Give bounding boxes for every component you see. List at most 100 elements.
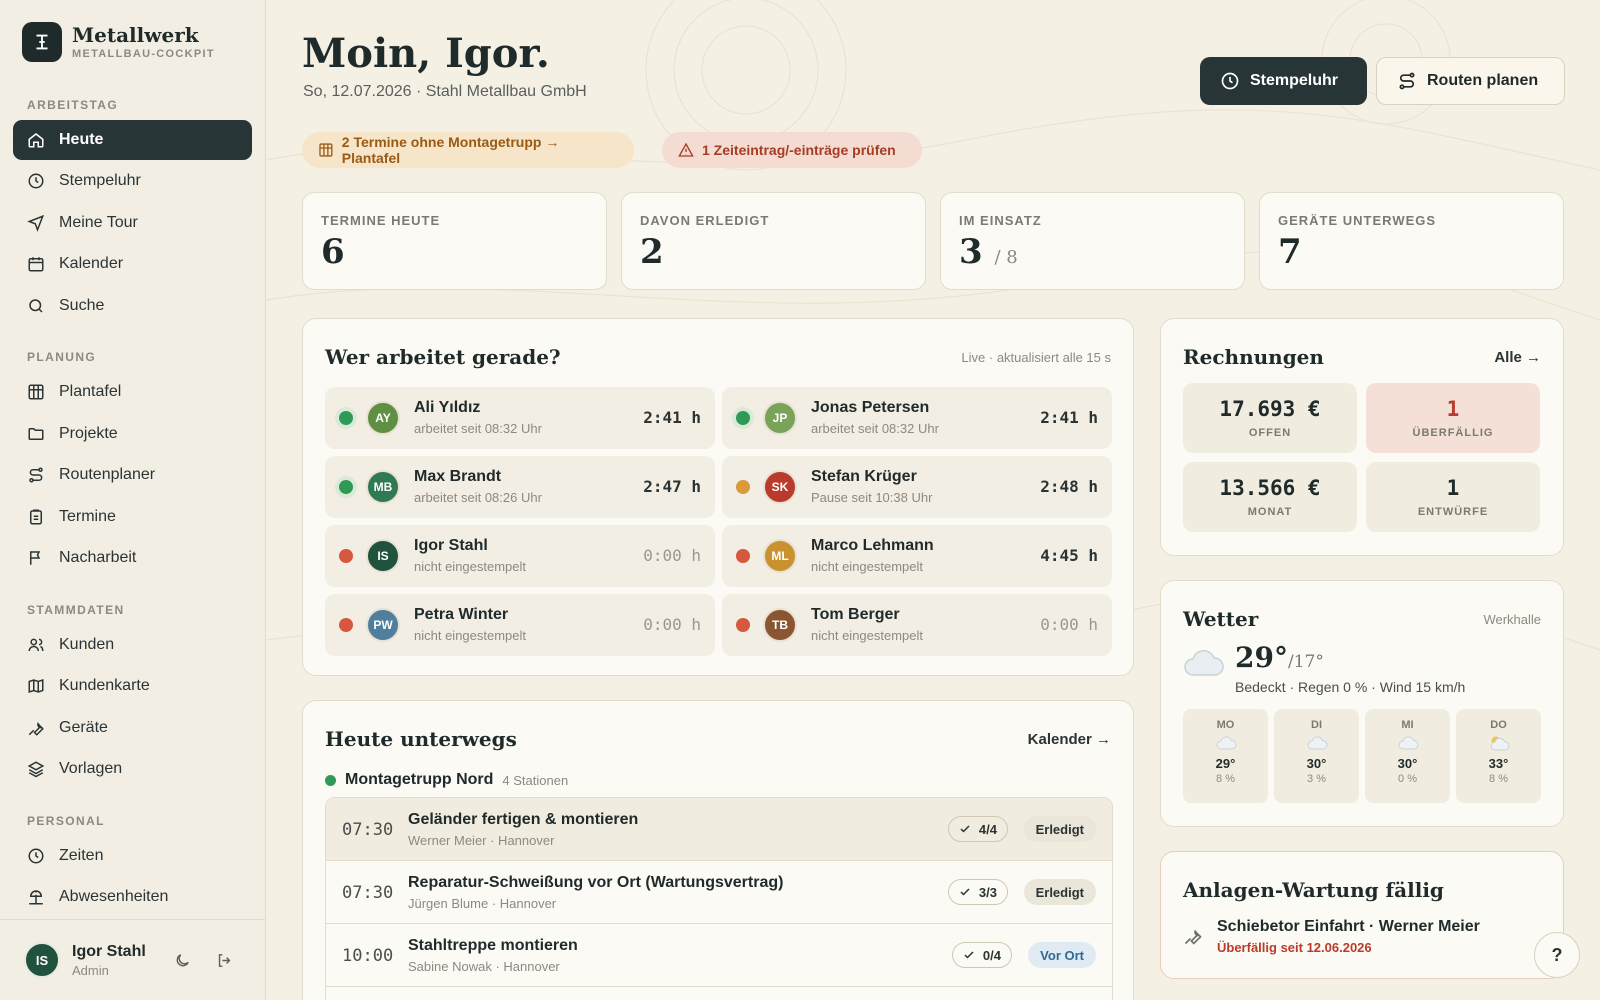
stat-im-einsatz[interactable]: IM EINSATZ 3 / 8 [940, 192, 1245, 290]
worker-row[interactable]: ML Marco Lehmann nicht eingestempelt 4:45 h [722, 525, 1112, 587]
sidebar-item-zeiten[interactable]: Zeiten [13, 836, 252, 876]
worker-status: nicht eingestempelt [414, 628, 527, 643]
status-badge: Erledigt [1023, 879, 1096, 905]
sidebar-item-stempeluhr[interactable]: Stempeluhr [13, 161, 252, 201]
invoices-all-link[interactable]: Alle → [1494, 349, 1541, 366]
card-title: Wer arbeitet gerade? [325, 345, 561, 369]
sidebar-item-vorlagen[interactable]: Vorlagen [13, 749, 252, 789]
trip-row[interactable]: 07:30 Geländer fertigen & montieren Werner… [326, 798, 1112, 861]
stat-value: 3 [959, 232, 983, 272]
status-dot [339, 549, 353, 563]
worker-name: Petra Winter [414, 606, 509, 623]
check-icon [960, 888, 970, 896]
sidebar-item-label: Stempeluhr [59, 172, 141, 189]
sidebar-item-label: Termine [59, 508, 116, 525]
worker-time: 4:45 h [1040, 546, 1098, 565]
stat-value: 7 [1278, 232, 1302, 272]
team-name: Montagetrupp Nord [345, 771, 494, 788]
routen-planen-button[interactable]: Routen planen [1376, 57, 1565, 105]
avatar: JP [763, 401, 797, 435]
avatar: ML [763, 539, 797, 573]
stat-termine-heute[interactable]: TERMINE HEUTE 6 [302, 192, 607, 290]
alert-time-entries[interactable]: 1 Zeiteintrag/-einträge prüfen [662, 132, 922, 168]
trip-row[interactable]: 07:30 Reparatur-Schweißung vor Ort (Wartu… [326, 861, 1112, 924]
sidebar-item-label: Suche [59, 297, 105, 314]
sidebar-item-projekte[interactable]: Projekte [13, 414, 252, 454]
sidebar-item-termine[interactable]: Termine [13, 497, 252, 537]
weather-card: Wetter Werkhalle 29°/17° Bedeckt · Regen… [1160, 580, 1564, 827]
weather-day-temp: 33° [1488, 756, 1509, 771]
worker-name: Max Brandt [414, 468, 502, 485]
trip-subtitle: Sabine Nowak · Hannover [408, 959, 560, 974]
folder-icon [28, 428, 44, 440]
beach-icon [29, 890, 43, 905]
sidebar-item-plantafel[interactable]: Plantafel [13, 372, 252, 412]
cloud-icon [1183, 734, 1268, 754]
search-icon [29, 299, 43, 313]
sidebar-item-label: Vorlagen [59, 760, 123, 777]
invoice-tile-drafts[interactable]: 1 ENTWÜRFE [1366, 462, 1540, 532]
stat-geraete-unterwegs[interactable]: GERÄTE UNTERWEGS 7 [1259, 192, 1564, 290]
worker-row[interactable]: PW Petra Winter nicht eingestempelt 0:00 h [325, 594, 715, 656]
nav-section-arbeitstag: ARBEITSTAG [27, 98, 119, 112]
maintenance-item[interactable]: Schiebetor Einfahrt · Werner Meier [1217, 918, 1480, 936]
worker-row[interactable]: TB Tom Berger nicht eingestempelt 0:00 h [722, 594, 1112, 656]
sidebar-item-label: Nacharbeit [59, 549, 137, 566]
alert-unassigned-appointments[interactable]: 2 Termine ohne Montagetrupp → Plantafel [302, 132, 634, 168]
logout-icon[interactable] [214, 950, 234, 970]
sidebar-item-kundenkarte[interactable]: Kundenkarte [13, 666, 252, 706]
worker-row[interactable]: AY Ali Yıldız arbeitet seit 08:32 Uhr 2:41 … [325, 387, 715, 449]
invoice-tile-overdue[interactable]: 1 ÜBERFÄLLIG [1366, 383, 1540, 453]
worker-row[interactable]: MB Max Brandt arbeitet seit 08:26 Uhr 2:47 … [325, 456, 715, 518]
worker-row[interactable]: SK Stefan Krüger Pause seit 10:38 Uhr 2:48 … [722, 456, 1112, 518]
worker-time: 0:00 h [643, 546, 701, 565]
stat-davon-erledigt[interactable]: DAVON ERLEDIGT 2 [621, 192, 926, 290]
worker-status: nicht eingestempelt [414, 559, 527, 574]
sidebar-item-label: Plantafel [59, 383, 122, 400]
status-dot [339, 411, 353, 425]
brand[interactable]: Metallwerk METALLBAU-COCKPIT [22, 22, 215, 62]
workers-card: Wer arbeitet gerade? Live · aktualisiert… [302, 318, 1134, 676]
grid-icon [28, 384, 44, 400]
sidebar-item-routenplaner[interactable]: Routenplaner [13, 455, 252, 495]
trip-checklist-count[interactable]: 4/4 [947, 816, 1008, 842]
sidebar-item-abwesenheiten[interactable]: Abwesenheiten [13, 877, 252, 917]
status-badge: Erledigt [1023, 816, 1096, 842]
trip-row[interactable]: 10:00 Stahltreppe montieren Sabine Nowak ·… [326, 924, 1112, 987]
weather-day-temp: 30° [1306, 756, 1327, 771]
sidebar-item-meine-tour[interactable]: Meine Tour [13, 203, 252, 243]
avatar[interactable]: IS [24, 942, 60, 978]
invoice-tile-month[interactable]: 13.566 € MONAT [1183, 462, 1357, 532]
trip-checklist-count[interactable]: 0/4 [951, 942, 1012, 968]
stat-suffix: / 8 [994, 247, 1018, 268]
worker-time: 2:47 h [643, 477, 701, 496]
weather-day: MI 30° 0 % [1365, 709, 1450, 803]
worker-row[interactable]: IS Igor Stahl nicht eingestempelt 0:00 h [325, 525, 715, 587]
help-button[interactable]: ? [1534, 932, 1580, 978]
trip-title: Geländer fertigen & montieren [408, 811, 639, 828]
moon-icon[interactable] [172, 950, 192, 970]
user-profile: IS Igor Stahl Admin [0, 919, 266, 1000]
worker-name: Igor Stahl [414, 537, 488, 554]
weather-day-label: DI [1311, 719, 1322, 731]
sidebar-item-suche[interactable]: Suche [13, 286, 252, 326]
kalender-link[interactable]: Kalender → [1028, 731, 1111, 748]
trip-checklist-count[interactable]: 3/3 [947, 879, 1008, 905]
weather-day: DI 30° 3 % [1274, 709, 1359, 803]
sidebar-item-nacharbeit[interactable]: Nacharbeit [13, 538, 252, 578]
sidebar-item-heute[interactable]: Heute [13, 120, 252, 160]
nav-section-personal: PERSONAL [27, 814, 105, 828]
invoice-tile-open[interactable]: 17.693 € OFFEN [1183, 383, 1357, 453]
sidebar-item-geraete[interactable]: Geräte [13, 708, 252, 748]
sidebar-item-kunden[interactable]: Kunden [13, 625, 252, 665]
sidebar-item-kalender[interactable]: Kalender [13, 244, 252, 284]
route-icon [29, 467, 43, 483]
worker-row[interactable]: JP Jonas Petersen arbeitet seit 08:32 Uhr 2… [722, 387, 1112, 449]
worker-name: Ali Yıldız [414, 399, 481, 416]
weather-day-rain: 8 % [1216, 773, 1235, 785]
weather-day-rain: 3 % [1307, 773, 1326, 785]
sidebar-item-label: Heute [59, 131, 104, 148]
stempeluhr-button[interactable]: Stempeluhr [1200, 57, 1367, 105]
cloud-icon [1365, 734, 1450, 754]
worker-name: Stefan Krüger [811, 468, 917, 485]
